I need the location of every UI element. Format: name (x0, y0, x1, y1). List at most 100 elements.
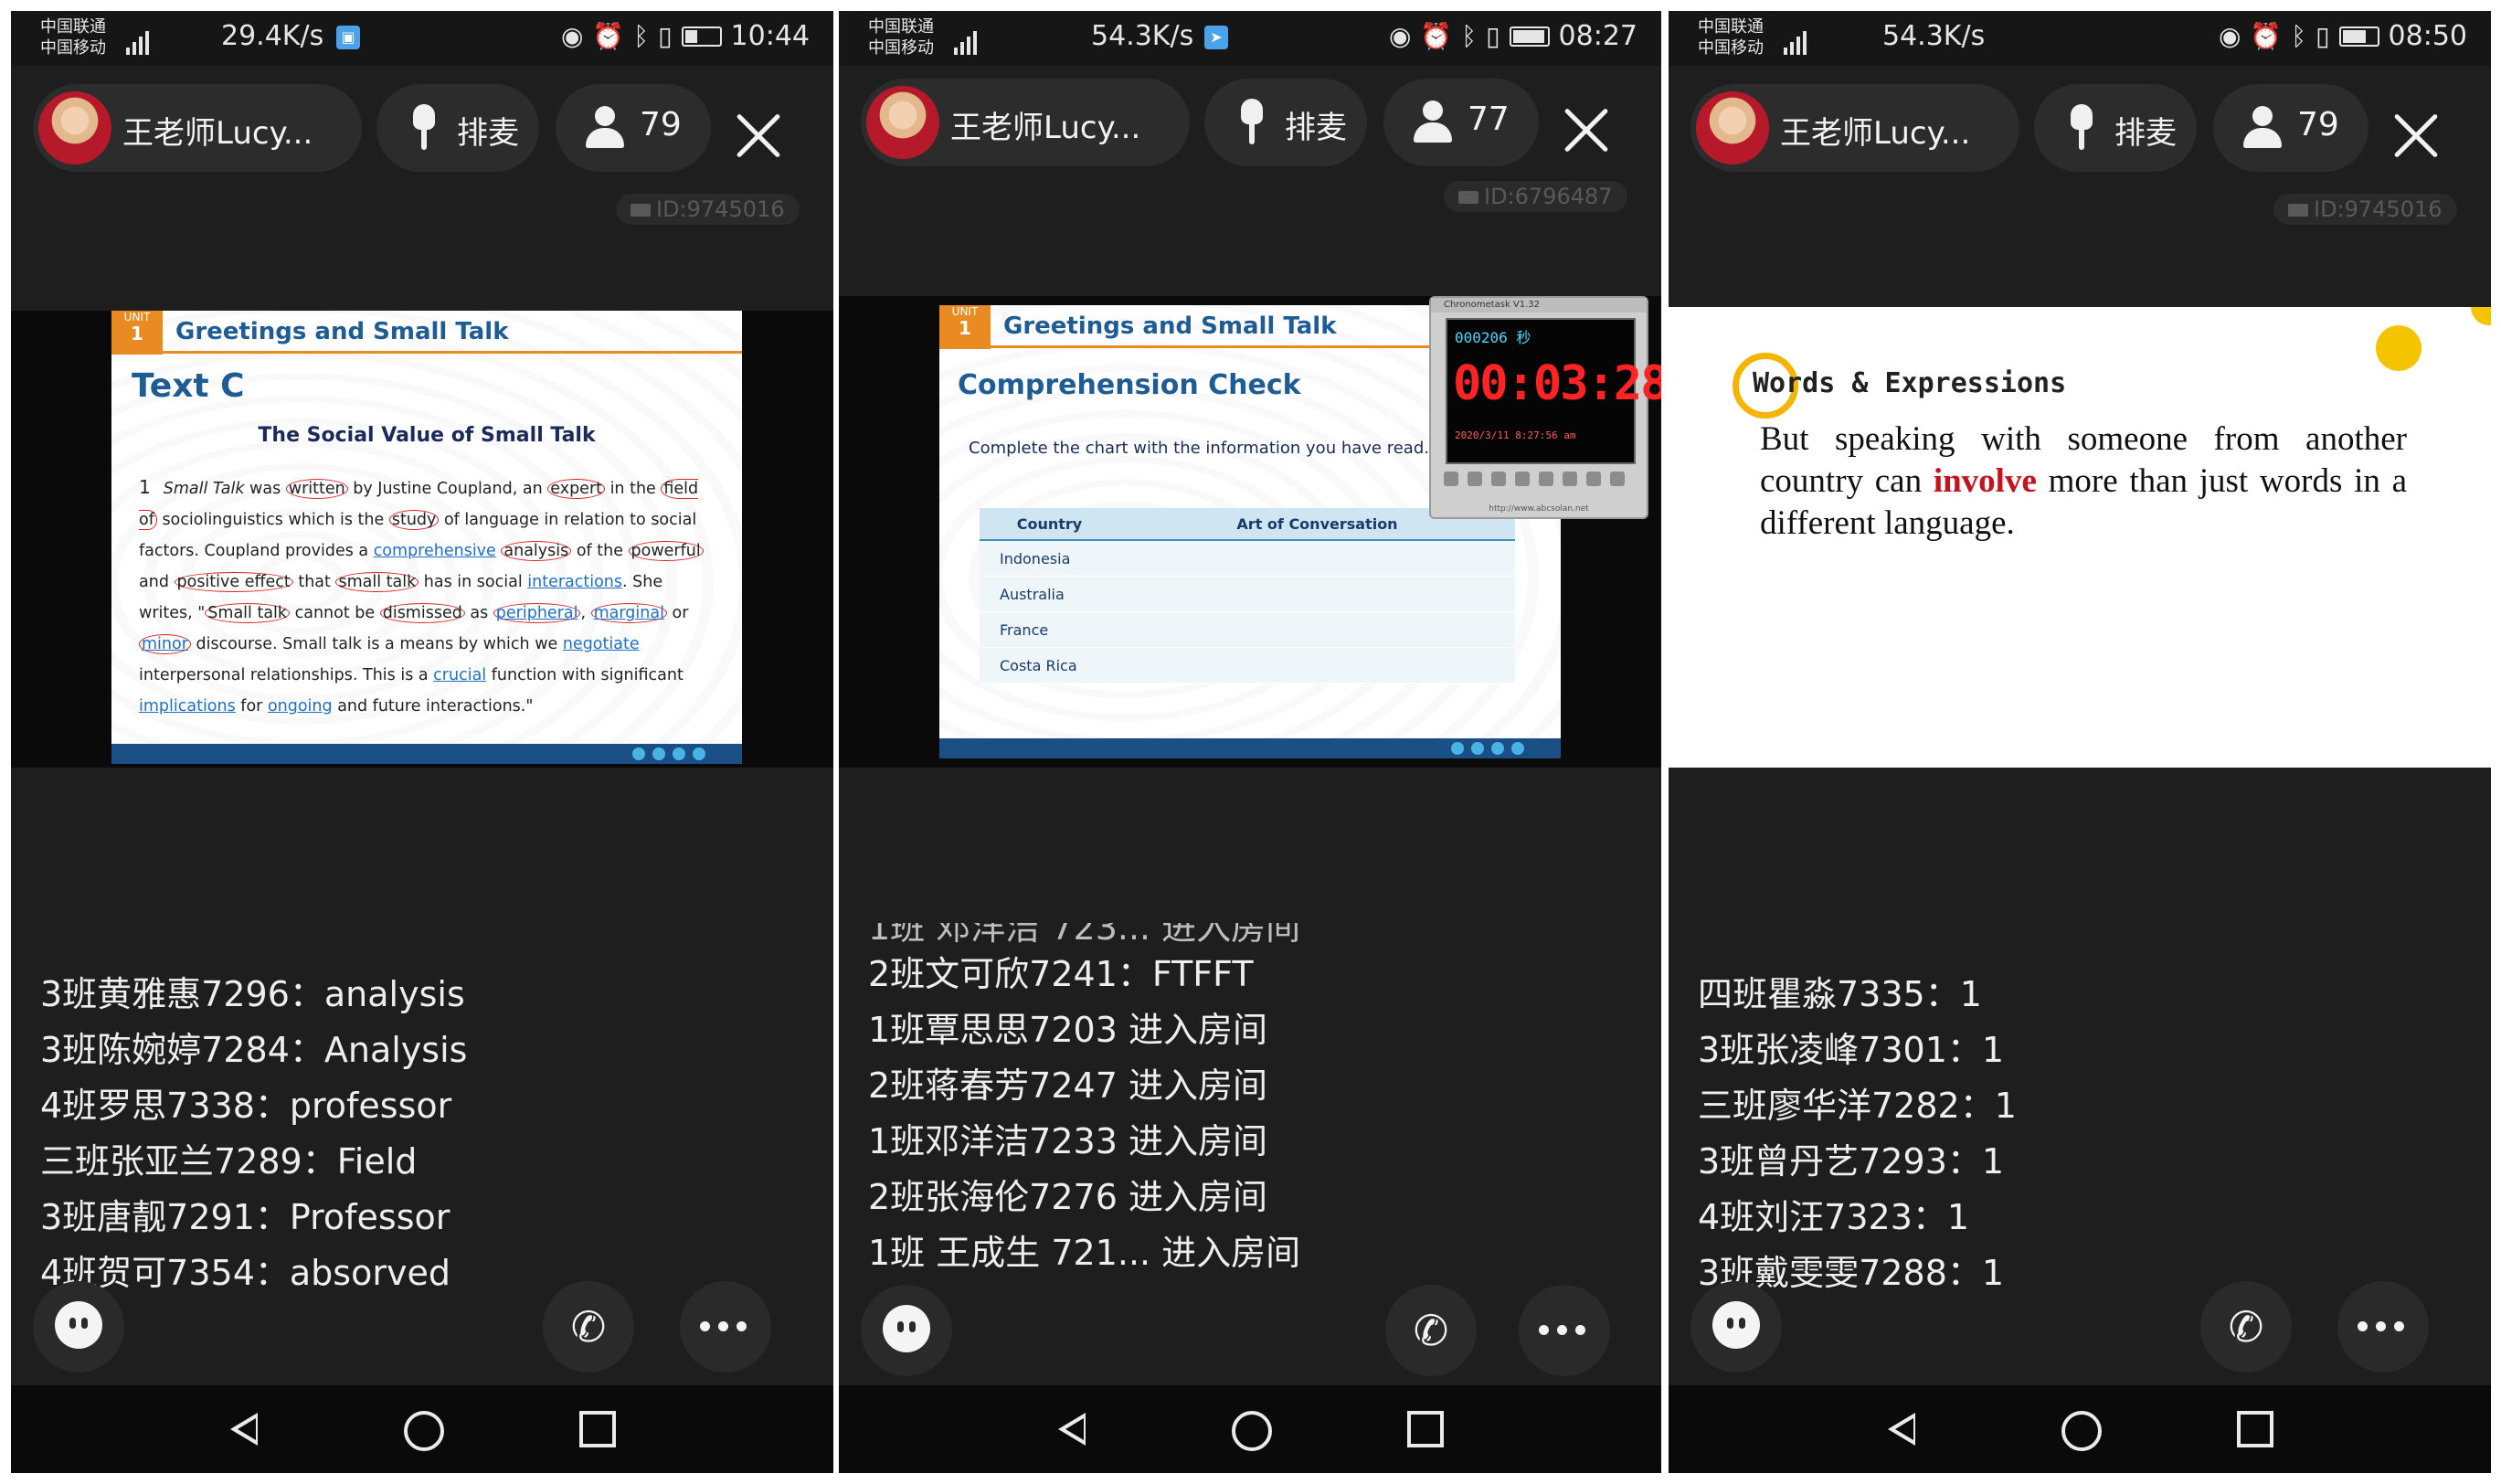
chat-message: 2班蒋春芳7247 进入房间 (868, 1065, 1267, 1106)
table-header: Country (980, 508, 1119, 541)
carrier-top: 中国联通 (40, 17, 106, 37)
back-triangle-icon[interactable] (230, 1413, 258, 1446)
live-slide-area: UNIT 1 Greetings and Small Talk Comprehe… (839, 296, 1661, 768)
bluetooth-icon: ᛒ (633, 21, 650, 51)
carrier-names: 中国联通 中国移动 (1698, 16, 1764, 58)
next-ctl-icon[interactable] (1511, 742, 1524, 755)
smiley-face-icon (55, 1301, 102, 1349)
viewer-count-button[interactable]: 77 (1383, 79, 1539, 166)
table-cell: Indonesia (980, 540, 1119, 577)
slide-footer (111, 744, 742, 764)
queue-mic-button[interactable]: 排麦 (376, 84, 539, 172)
eye-icon: ◉ (560, 21, 584, 51)
network-speed: 29.4K/s (221, 20, 324, 52)
timer-date: 2020/3/11 8:27:56 am (1455, 429, 1576, 441)
chat-button[interactable] (861, 1285, 952, 1376)
avatar[interactable] (1696, 91, 1769, 164)
back-triangle-icon[interactable] (1058, 1413, 1086, 1446)
queue-mic-label: 排麦 (1285, 110, 1347, 146)
eye-icon: ◉ (2218, 21, 2241, 51)
phone-icon: ✆ (570, 1302, 607, 1352)
chat-button[interactable] (1690, 1281, 1782, 1373)
topic-rule (163, 351, 742, 354)
back-triangle-icon[interactable] (1888, 1413, 1915, 1446)
call-button[interactable]: ✆ (2200, 1281, 2292, 1373)
viewer-count-button[interactable]: 79 (556, 84, 711, 172)
avatar[interactable] (38, 91, 111, 164)
home-ctl-icon[interactable] (1451, 742, 1464, 755)
next-ctl-icon[interactable] (693, 747, 705, 760)
timer-button[interactable] (1586, 472, 1601, 486)
chat-message: 三班张亚兰7289：Field (40, 1141, 418, 1182)
chat-message: 2班张海伦7276 进入房间 (868, 1177, 1267, 1217)
home-circle-icon[interactable] (1232, 1411, 1272, 1451)
room-id-badge: ID:9745016 (2273, 194, 2457, 225)
viewer-count: 79 (640, 106, 682, 143)
phone-panel-2: 中国联通 中国移动 54.3K/s ➤ ◉ ⏰ ᛒ ▯ 08:27 王老师Luc… (839, 11, 1661, 1473)
home-ctl-icon[interactable] (632, 747, 645, 760)
recent-square-icon[interactable] (1407, 1411, 1444, 1447)
carrier-names: 中国联通 中国移动 (868, 16, 934, 58)
home-circle-icon[interactable] (2061, 1411, 2102, 1451)
alarm-icon: ⏰ (592, 21, 625, 51)
timer-button[interactable] (1563, 472, 1577, 486)
close-icon[interactable] (1561, 104, 1612, 155)
viewer-count: 79 (2297, 106, 2339, 143)
chronometer-widget[interactable]: Chronometask V1.32 000206 秒 00:03:28 202… (1429, 296, 1661, 519)
phone-panel-1: 中国联通 中国移动 29.4K/s ▣ ◉ ⏰ ᛒ ▯ 10:44 王老师Luc… (11, 11, 833, 1473)
vibrate-icon: ▯ (1486, 21, 1500, 51)
slide-topic: Greetings and Small Talk (1003, 313, 1337, 340)
call-button[interactable]: ✆ (543, 1281, 634, 1373)
timer-button[interactable] (1444, 472, 1458, 486)
chat-list: 1班 邓洋洁 723... 进入房间 2班文可欣7241：FTFFT 1班覃思思… (868, 923, 1654, 1281)
slide-instruction: Complete the chart with the information … (969, 439, 1429, 458)
recent-square-icon[interactable] (2237, 1411, 2273, 1447)
alarm-icon: ⏰ (2250, 21, 2283, 51)
close-icon[interactable] (2390, 110, 2442, 161)
status-icons: ◉ ⏰ ᛒ ▯ 10:44 (561, 20, 810, 52)
call-button[interactable]: ✆ (1385, 1285, 1477, 1376)
recent-square-icon[interactable] (579, 1411, 616, 1447)
example-sentence: But speaking with someone from another c… (1760, 419, 2407, 545)
unit-label: UNIT (123, 311, 151, 323)
microphone-icon (413, 104, 435, 150)
chat-list: 3班黄雅惠7296：analysis 3班陈婉婷7284：Analysis 4班… (40, 967, 826, 1301)
chat-message: 1班 王成生 721... 进入房间 (868, 1233, 1301, 1273)
timer-button[interactable] (1515, 472, 1530, 486)
signal-icon (126, 22, 181, 55)
camera-icon (1458, 191, 1478, 204)
chat-button[interactable] (33, 1281, 124, 1373)
up-ctl-icon[interactable] (1471, 742, 1484, 755)
host-profile[interactable]: 王老师Lucy... (1690, 84, 2019, 172)
table-cell (1119, 611, 1515, 648)
more-button[interactable] (2337, 1281, 2429, 1373)
timer-button[interactable] (1491, 472, 1506, 486)
table-cell: France (980, 611, 1119, 648)
back-ctl-icon[interactable] (1491, 742, 1504, 755)
more-button[interactable] (680, 1281, 771, 1373)
host-profile[interactable]: 王老师Lucy... (33, 84, 362, 172)
timer-button[interactable] (1610, 472, 1625, 486)
phone-panel-3: 中国联通 中国移动 54.3K/s ◉ ⏰ ᛒ ▯ 08:50 王老师Lucy.… (1669, 11, 2491, 1473)
host-profile[interactable]: 王老师Lucy... (861, 79, 1190, 166)
android-nav-bar (1669, 1385, 2491, 1473)
up-ctl-icon[interactable] (652, 747, 665, 760)
timer-button[interactable] (1468, 472, 1482, 486)
slide-subtitle: The Social Value of Small Talk (258, 424, 596, 447)
back-ctl-icon[interactable] (673, 747, 685, 760)
home-circle-icon[interactable] (404, 1411, 444, 1451)
avatar[interactable] (866, 86, 939, 159)
vibrate-icon: ▯ (2316, 21, 2330, 51)
viewer-count-button[interactable]: 79 (2213, 84, 2369, 172)
queue-mic-button[interactable]: 排麦 (2034, 84, 2197, 172)
timer-button[interactable] (1539, 472, 1553, 486)
queue-mic-button[interactable]: 排麦 (1204, 79, 1367, 166)
chat-message: 3班曾丹艺7293：1 (1698, 1141, 2005, 1182)
close-icon[interactable] (733, 110, 784, 161)
smiley-face-icon (1712, 1301, 1760, 1349)
room-id: ID:9745016 (656, 196, 785, 222)
more-button[interactable] (1519, 1285, 1610, 1376)
alarm-icon: ⏰ (1420, 21, 1453, 51)
carrier-top: 中国联通 (868, 17, 934, 37)
carrier-bottom: 中国移动 (40, 38, 106, 58)
